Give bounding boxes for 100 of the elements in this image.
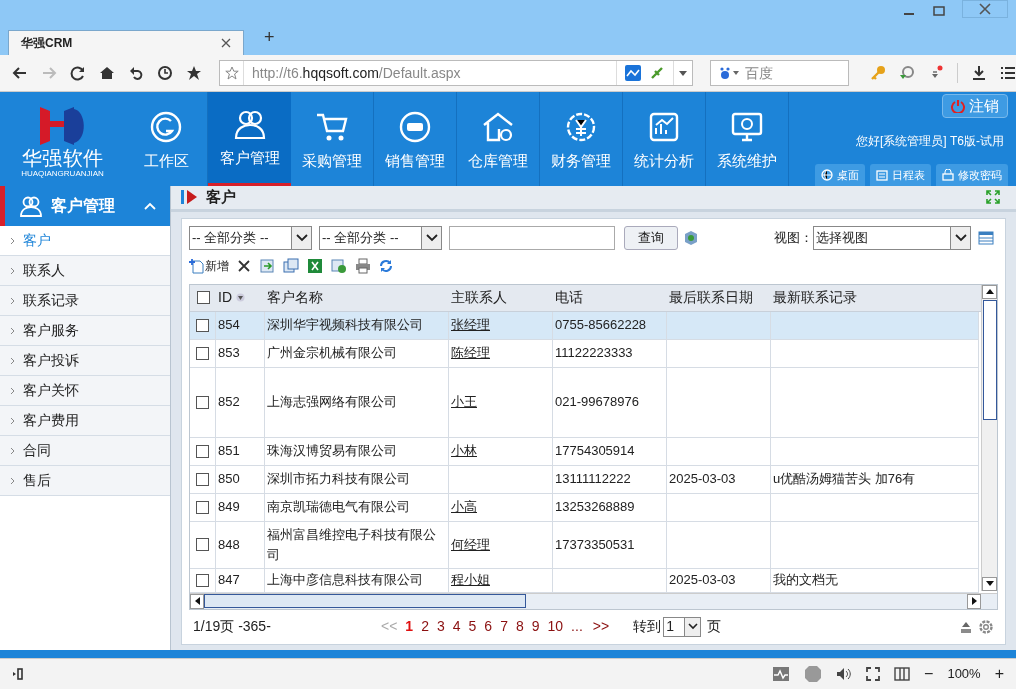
dropdown-icon[interactable] <box>677 68 688 78</box>
column-header[interactable]: 最后联系日期 <box>669 287 753 308</box>
checkbox[interactable] <box>196 472 209 486</box>
speaker-icon[interactable] <box>836 667 853 681</box>
table-row[interactable]: 852 上海志强网络有限公司 小王 021-99678976 <box>190 367 979 438</box>
table-row[interactable]: 854 深圳华宇视频科技有限公司 张经理 0755-85662228 <box>190 311 979 340</box>
contact-link[interactable]: 何经理 <box>451 534 490 555</box>
page-select[interactable]: 1 <box>663 616 702 637</box>
search-field[interactable] <box>449 225 615 250</box>
web-export-icon[interactable] <box>331 257 347 274</box>
checkbox[interactable] <box>196 538 209 551</box>
table-row[interactable]: 851 珠海汉博贸易有限公司 小林 17754305914 <box>190 437 979 466</box>
checkbox[interactable] <box>196 395 209 409</box>
fullscreen-icon[interactable] <box>866 667 881 681</box>
page-link[interactable]: 4 <box>452 616 461 637</box>
page-link[interactable]: 6 <box>484 616 493 637</box>
contact-link[interactable]: 张经理 <box>451 315 490 335</box>
advanced-search-icon[interactable] <box>684 229 698 246</box>
checkbox[interactable] <box>196 291 210 304</box>
home-icon[interactable] <box>99 65 115 81</box>
contact-link[interactable]: 小高 <box>451 497 477 517</box>
close-button[interactable] <box>962 0 1008 18</box>
dropdown-icon[interactable] <box>687 623 698 630</box>
back-icon[interactable] <box>12 65 28 81</box>
contact-link[interactable]: 小王 <box>451 392 477 412</box>
menu-icon[interactable] <box>1000 65 1016 81</box>
page-link[interactable]: 10 <box>547 616 564 637</box>
contact-link[interactable]: 程小姐 <box>451 570 490 590</box>
delete-icon[interactable] <box>237 258 251 273</box>
checkbox[interactable] <box>196 500 209 514</box>
excel-icon[interactable] <box>307 257 323 274</box>
table-row[interactable]: 850 深圳市拓力科技有限公司 13111112222 2025-03-03 u优酷汤姆猫苦头 加76有 <box>190 465 979 494</box>
table-row[interactable]: 849 南京凯瑞德电气有限公司 小高 13253268889 <box>190 493 979 522</box>
reload-icon[interactable] <box>70 65 86 81</box>
category-select[interactable]: -- 全部分类 -- <box>319 225 442 250</box>
browser-tab[interactable]: 华强CRM <box>8 30 244 55</box>
adblock-icon[interactable] <box>804 665 823 683</box>
sidebar-item[interactable]: 联系记录 <box>0 286 170 316</box>
history-icon[interactable] <box>157 65 173 81</box>
sidebar-item[interactable]: 客户费用 <box>0 406 170 436</box>
page-link[interactable]: 5 <box>468 616 477 637</box>
zoom-out-button[interactable]: − <box>924 662 934 686</box>
collapse-icon[interactable] <box>960 620 972 633</box>
column-header[interactable]: 最新联系记录 <box>773 287 857 308</box>
checkbox[interactable] <box>196 318 209 332</box>
page-link[interactable]: 8 <box>515 616 524 637</box>
sidebar-header[interactable]: 客户管理 <box>0 186 170 226</box>
table-view-icon[interactable] <box>978 230 994 245</box>
view-select[interactable]: 选择视图 <box>813 225 971 250</box>
search-input[interactable]: 百度 <box>744 62 835 84</box>
checkbox[interactable] <box>196 573 209 587</box>
checkbox[interactable] <box>196 444 209 458</box>
expand-icon[interactable] <box>986 190 1000 205</box>
split-view-icon[interactable] <box>894 667 911 681</box>
chart-icon[interactable] <box>624 65 641 81</box>
category-select[interactable]: -- 全部分类 -- <box>189 225 312 250</box>
sort-icon[interactable] <box>236 293 245 302</box>
download-icon[interactable] <box>971 65 987 81</box>
new-tab-button[interactable]: + <box>264 24 275 51</box>
checkbox[interactable] <box>196 346 209 360</box>
sidebar-item[interactable]: 合同 <box>0 436 170 466</box>
zoom-in-button[interactable]: + <box>994 662 1004 686</box>
sidebar-toggle-icon[interactable] <box>12 667 24 681</box>
close-icon[interactable] <box>221 38 231 48</box>
column-header[interactable]: 客户名称 <box>267 287 323 308</box>
page-link[interactable]: 9 <box>531 616 540 637</box>
address-bar[interactable]: http://t6.hqqsoft.com/Default.aspx <box>219 60 693 86</box>
contact-link[interactable]: 陈经理 <box>451 343 490 363</box>
page-link[interactable]: 1 <box>405 616 414 637</box>
column-header[interactable]: 主联系人 <box>451 287 507 308</box>
arrow-left-icon[interactable] <box>194 597 200 605</box>
arrow-right-icon[interactable] <box>971 597 977 605</box>
vertical-scrollbar[interactable] <box>981 284 997 591</box>
sidebar-item[interactable]: 客户服务 <box>0 316 170 346</box>
sidebar-item[interactable]: 客户关怀 <box>0 376 170 406</box>
maximize-icon[interactable] <box>932 4 946 18</box>
column-header[interactable]: 电话 <box>555 287 583 308</box>
arrow-up-icon[interactable] <box>985 289 994 294</box>
import-icon[interactable] <box>259 257 275 274</box>
table-row[interactable]: 848 福州富昌维控电子科技有限公司 何经理 17373350531 <box>190 521 979 569</box>
table-row[interactable]: 847 上海中彦信息科技有限公司 程小姐 2025-03-03 我的文档无 <box>190 568 979 593</box>
sidebar-item[interactable]: 联系人 <box>0 256 170 286</box>
refresh-icon[interactable] <box>379 258 393 273</box>
query-button[interactable]: 查询 <box>624 225 678 250</box>
last-page-link[interactable]: >> <box>592 616 610 637</box>
print-icon[interactable] <box>355 257 371 274</box>
star-icon[interactable] <box>186 65 202 81</box>
page-link[interactable]: 7 <box>500 616 508 637</box>
page-link[interactable]: 3 <box>436 616 445 637</box>
arrow-down-icon[interactable] <box>985 581 994 586</box>
sidebar-item[interactable]: 客户投诉 <box>0 346 170 376</box>
new-button[interactable]: 新增 <box>189 256 229 275</box>
undo-icon[interactable] <box>128 65 144 81</box>
table-row[interactable]: 853 广州金宗机械有限公司 陈经理 11122223333 <box>190 339 979 368</box>
settings-icon[interactable] <box>978 618 994 635</box>
page-link[interactable]: 2 <box>421 616 429 637</box>
copy-icon[interactable] <box>283 257 299 274</box>
sidebar-item[interactable]: 售后 <box>0 466 170 496</box>
performance-icon[interactable] <box>772 666 791 682</box>
search-field[interactable]: 百度 <box>709 60 849 86</box>
